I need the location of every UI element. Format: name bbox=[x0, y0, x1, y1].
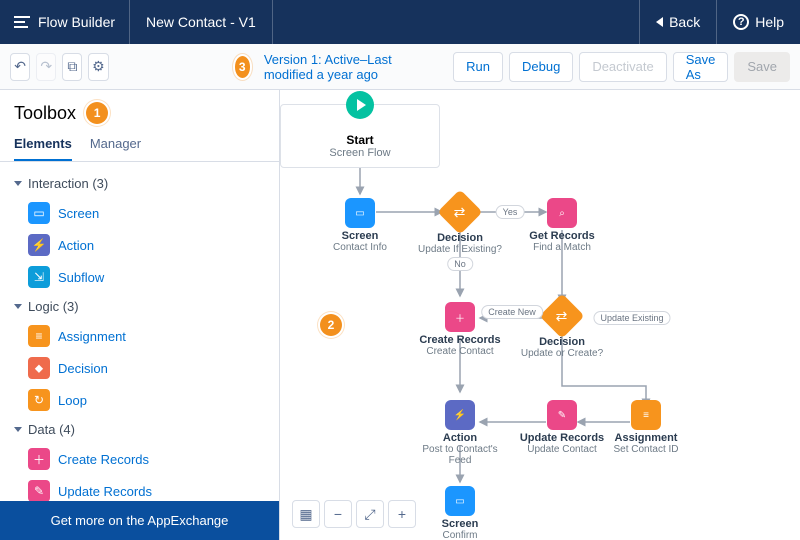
debug-button[interactable]: Debug bbox=[509, 52, 573, 82]
flow-canvas[interactable]: Start Screen Flow ▭ Screen Contact Info … bbox=[280, 90, 800, 540]
appexchange-button[interactable]: Get more on the AppExchange bbox=[0, 501, 279, 540]
version-text: Version 1: Active–Last modified a year a… bbox=[264, 52, 435, 82]
toolbox-list: Interaction (3) ▭Screen ⚡Action ⇲Subflow… bbox=[0, 162, 279, 501]
app-name: Flow Builder bbox=[38, 14, 115, 30]
decision-icon: ⬥ bbox=[28, 357, 50, 379]
node-assignment[interactable]: ≡ Assignment Set Contact ID bbox=[596, 400, 696, 455]
help-button[interactable]: ? Help bbox=[716, 0, 800, 44]
toolbar: ↶ ↷ ⧉ ⚙ 3 Version 1: Active–Last modifie… bbox=[0, 44, 800, 90]
save-button: Save bbox=[734, 52, 790, 82]
loop-icon: ↻ bbox=[28, 389, 50, 411]
undo-button[interactable]: ↶ bbox=[10, 53, 30, 81]
zoom-expand-button[interactable]: ⤢ bbox=[356, 500, 384, 528]
play-icon bbox=[346, 91, 374, 119]
zoom-fit-button[interactable]: ▦ bbox=[292, 500, 320, 528]
screen-icon: ▭ bbox=[445, 486, 475, 516]
callout-3: 3 bbox=[235, 56, 250, 78]
back-button[interactable]: Back bbox=[639, 0, 716, 44]
decision-icon: ⇄ bbox=[539, 293, 584, 338]
subflow-icon: ⇲ bbox=[28, 266, 50, 288]
palette-screen[interactable]: ▭Screen bbox=[10, 197, 269, 229]
palette-decision[interactable]: ⬥Decision bbox=[10, 352, 269, 384]
help-label: Help bbox=[755, 14, 784, 30]
toolbox-title: Toolbox bbox=[14, 103, 76, 124]
palette-create-records[interactable]: ＋Create Records bbox=[10, 443, 269, 475]
callout-2: 2 bbox=[320, 314, 342, 336]
settings-button[interactable]: ⚙ bbox=[88, 53, 108, 81]
redo-button[interactable]: ↷ bbox=[36, 53, 56, 81]
update-records-icon: ✎ bbox=[547, 400, 577, 430]
screen-icon: ▭ bbox=[345, 198, 375, 228]
zoom-controls: ▦ − ⤢ + bbox=[292, 500, 416, 528]
node-screen-confirm[interactable]: ▭ Screen Confirm bbox=[410, 486, 510, 540]
zoom-in-button[interactable]: + bbox=[388, 500, 416, 528]
get-records-icon: ⌕ bbox=[547, 198, 577, 228]
decision-icon: ⇄ bbox=[437, 189, 482, 234]
edge-label-no: No bbox=[447, 257, 473, 271]
help-icon: ? bbox=[733, 14, 749, 30]
start-node[interactable]: Start Screen Flow bbox=[280, 104, 440, 168]
chevron-down-icon bbox=[14, 427, 22, 432]
screen-icon: ▭ bbox=[28, 202, 50, 224]
palette-update-records[interactable]: ✎Update Records bbox=[10, 475, 269, 501]
page-title: New Contact - V1 bbox=[130, 0, 273, 44]
palette-loop[interactable]: ↻Loop bbox=[10, 384, 269, 416]
chevron-down-icon bbox=[14, 181, 22, 186]
callout-1: 1 bbox=[86, 102, 108, 124]
assignment-icon: ≡ bbox=[28, 325, 50, 347]
group-data[interactable]: Data (4) bbox=[10, 416, 269, 443]
tab-manager[interactable]: Manager bbox=[90, 136, 141, 161]
arrow-left-icon bbox=[656, 17, 663, 27]
action-icon: ⚡ bbox=[28, 234, 50, 256]
start-title: Start bbox=[287, 133, 433, 147]
back-label: Back bbox=[669, 14, 700, 30]
start-subtitle: Screen Flow bbox=[287, 147, 433, 159]
assignment-icon: ≡ bbox=[631, 400, 661, 430]
top-nav: Flow Builder New Contact - V1 Back ? Hel… bbox=[0, 0, 800, 44]
edge-label-yes: Yes bbox=[496, 205, 525, 219]
edge-label-update-existing: Update Existing bbox=[593, 311, 670, 325]
palette-action[interactable]: ⚡Action bbox=[10, 229, 269, 261]
run-button[interactable]: Run bbox=[453, 52, 503, 82]
edge-label-create-new: Create New bbox=[481, 305, 543, 319]
node-screen-contact-info[interactable]: ▭ Screen Contact Info bbox=[310, 198, 410, 253]
node-decision-update-if-existing[interactable]: ⇄ Decision Update If Existing? bbox=[410, 196, 510, 255]
node-get-records[interactable]: ⌕ Get Records Find a Match bbox=[512, 198, 612, 253]
update-records-icon: ✎ bbox=[28, 480, 50, 501]
app-brand: Flow Builder bbox=[0, 0, 130, 44]
zoom-out-button[interactable]: − bbox=[324, 500, 352, 528]
palette-subflow[interactable]: ⇲Subflow bbox=[10, 261, 269, 293]
toolbox-tabs: Elements Manager bbox=[0, 128, 279, 162]
tab-elements[interactable]: Elements bbox=[14, 136, 72, 161]
flow-builder-icon bbox=[14, 16, 30, 28]
deactivate-button: Deactivate bbox=[579, 52, 666, 82]
toolbox-sidebar: Toolbox 1 Elements Manager Interaction (… bbox=[0, 90, 280, 540]
create-records-icon: ＋ bbox=[28, 448, 50, 470]
action-icon: ⚡ bbox=[445, 400, 475, 430]
group-logic[interactable]: Logic (3) bbox=[10, 293, 269, 320]
palette-assignment[interactable]: ≡Assignment bbox=[10, 320, 269, 352]
create-records-icon: ＋ bbox=[445, 302, 475, 332]
chevron-down-icon bbox=[14, 304, 22, 309]
group-interaction[interactable]: Interaction (3) bbox=[10, 170, 269, 197]
copy-button[interactable]: ⧉ bbox=[62, 53, 82, 81]
node-action-post-feed[interactable]: ⚡ Action Post to Contact's Feed bbox=[410, 400, 510, 466]
save-as-button[interactable]: Save As bbox=[673, 52, 729, 82]
